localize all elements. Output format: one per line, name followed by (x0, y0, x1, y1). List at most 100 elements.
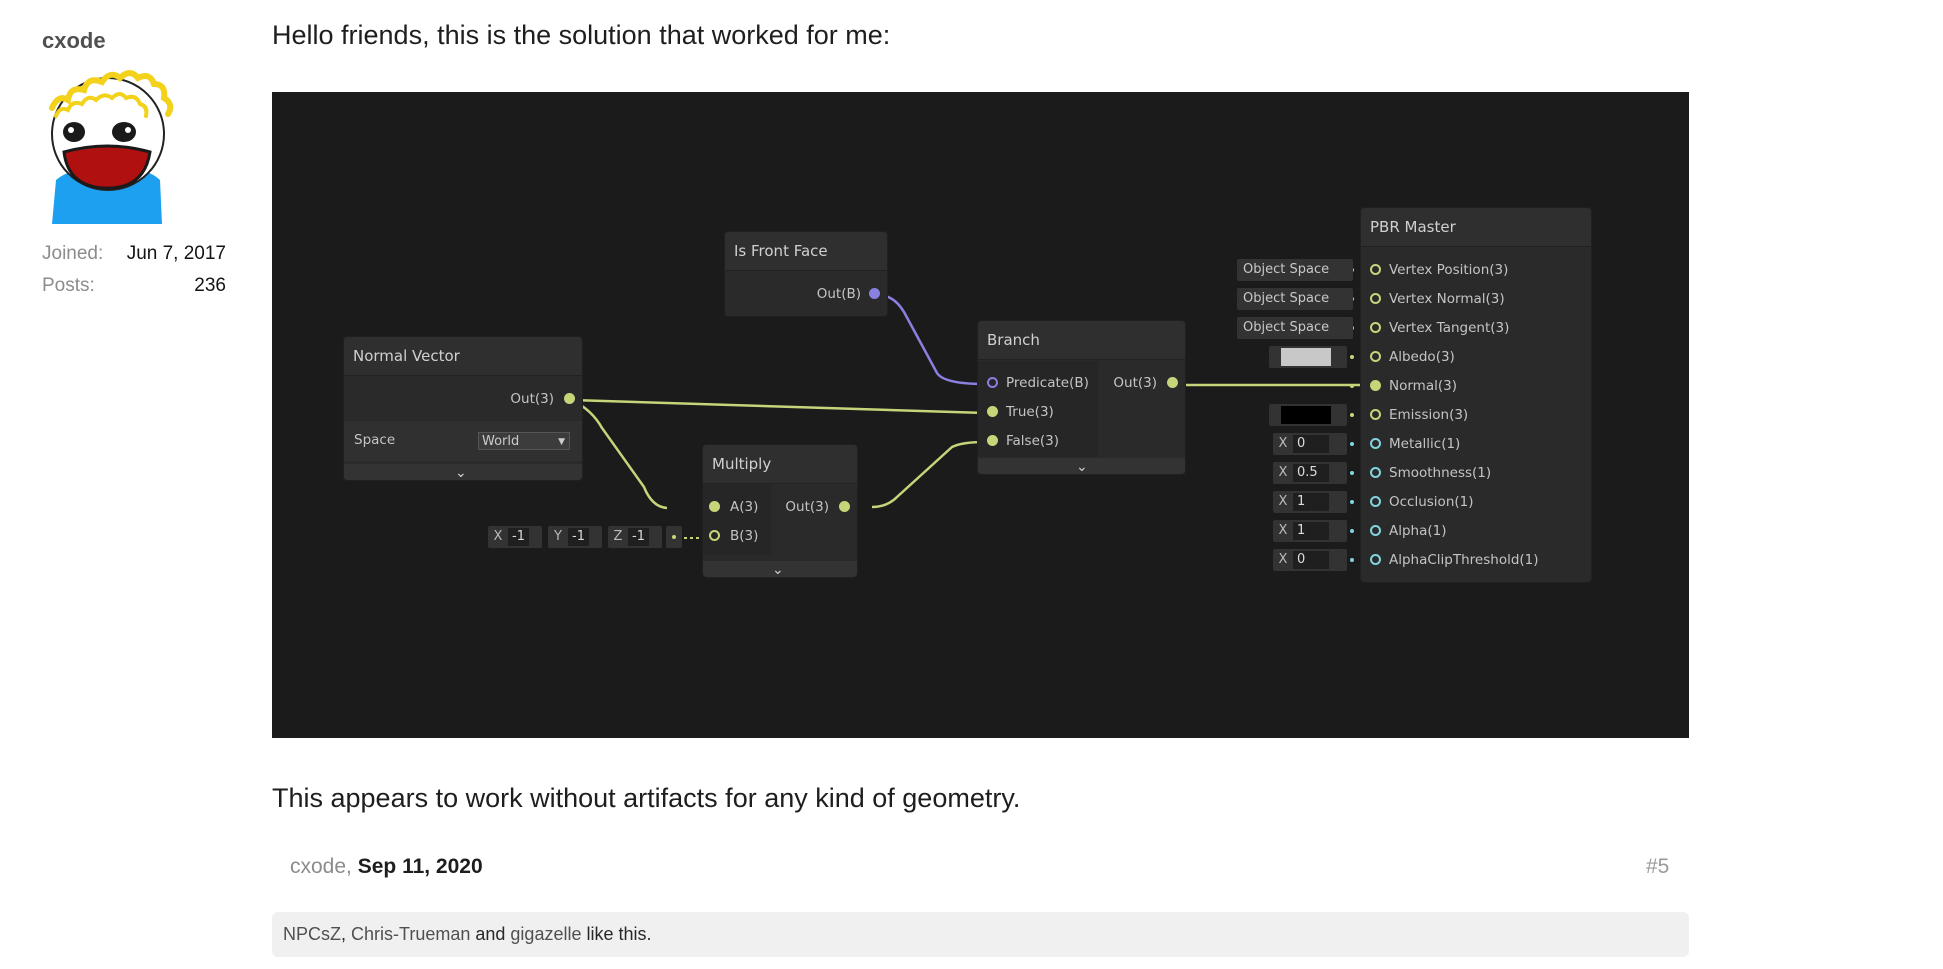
pbr-port-9[interactable] (1370, 525, 1381, 536)
post-author[interactable]: cxode, (290, 855, 352, 878)
is-front-face-node[interactable]: Is Front Face Out(B) (724, 231, 888, 317)
is-front-face-out-port[interactable] (869, 288, 880, 299)
pbr-port-label: Normal(3) (1389, 378, 1457, 394)
branch-false-port[interactable] (987, 435, 998, 446)
multiply-a-port[interactable] (709, 501, 720, 512)
joined-value: Jun 7, 2017 (126, 243, 226, 264)
pbr-port-3[interactable] (1370, 351, 1381, 362)
user-info: cxode Joined: Jun 7, 2017 Posts: 236 (42, 28, 226, 302)
space-dropdown[interactable]: World ▼ (478, 432, 570, 450)
chevron-down-icon[interactable]: ⌄ (1076, 459, 1088, 475)
likes-bar: NPCsZ, Chris-Trueman and gigazelle like … (272, 912, 1689, 957)
connector-dot (1350, 500, 1354, 504)
node-title: Is Front Face (725, 232, 887, 271)
wire-normal-to-true (571, 398, 986, 415)
multiply-b-port[interactable] (709, 530, 720, 541)
pbr-port-7[interactable] (1370, 467, 1381, 478)
branch-out-port[interactable] (1167, 377, 1178, 388)
space-field[interactable]: Object Space (1237, 259, 1353, 281)
post-number[interactable]: #5 (1646, 855, 1669, 879)
multiply-out-label: Out(3) (785, 499, 829, 515)
branch-node[interactable]: Branch Predicate(B) True(3) False(3) Out… (977, 320, 1186, 475)
multiply-inputs (703, 485, 771, 555)
post-meta: cxode, Sep 11, 2020 (290, 855, 483, 879)
node-title: Normal Vector (344, 337, 582, 376)
pbr-port-label: Metallic(1) (1389, 436, 1461, 452)
post-date[interactable]: Sep 11, 2020 (358, 855, 483, 878)
multiply-b-y-field[interactable]: Y -1 (548, 526, 602, 548)
pbr-master-node[interactable]: PBR Master Vertex Position(3) Vertex Norm… (1360, 207, 1592, 583)
connector-dot (1350, 558, 1354, 562)
branch-false-label: False(3) (1006, 433, 1060, 449)
emission-color-field[interactable] (1269, 404, 1347, 426)
space-label: Space (354, 432, 396, 448)
like-user-chris-trueman[interactable]: Chris-Trueman (351, 924, 470, 944)
multiply-b-z-field[interactable]: Z -1 (608, 526, 662, 548)
float-axis-label: X (1278, 494, 1288, 509)
like-user-npcsz[interactable]: NPCsZ (283, 924, 341, 944)
likes-separator: , (341, 924, 352, 944)
multiply-b-x-field[interactable]: X -1 (488, 526, 542, 548)
connector-dot (1350, 529, 1354, 533)
normal-vector-out-port[interactable] (564, 393, 575, 404)
float-axis-label: X (1278, 552, 1288, 567)
branch-true-label: True(3) (1006, 404, 1054, 420)
float-field[interactable]: X1 (1273, 491, 1347, 513)
branch-predicate-label: Predicate(B) (1006, 375, 1089, 391)
branch-predicate-port[interactable] (987, 377, 998, 388)
node-title: PBR Master (1361, 208, 1591, 247)
float-value: 0 (1293, 551, 1329, 569)
branch-true-port[interactable] (987, 406, 998, 417)
pbr-port-10[interactable] (1370, 554, 1381, 565)
multiply-b-label: B(3) (730, 528, 759, 544)
post-outro: This appears to work without artifacts f… (272, 783, 1021, 813)
color-swatch (1281, 406, 1331, 424)
pbr-port-6[interactable] (1370, 438, 1381, 449)
pbr-port-label: Vertex Tangent(3) (1389, 320, 1510, 336)
posts-value[interactable]: 236 (194, 270, 226, 302)
is-front-face-out-label: Out(B) (816, 286, 861, 302)
pbr-port-0[interactable] (1370, 264, 1381, 275)
normal-vector-node[interactable]: Normal Vector Out(3) Space World ▼ ⌄ (343, 336, 583, 481)
space-field[interactable]: Object Space (1237, 288, 1353, 310)
float-field[interactable]: X0 (1273, 433, 1347, 455)
float-axis-label: X (1278, 523, 1288, 538)
space-field[interactable]: Object Space (1237, 317, 1353, 339)
multiply-node[interactable]: Multiply A(3) B(3) Out(3) ⌄ (702, 444, 858, 578)
wire-normal-to-multiply-a (571, 398, 668, 510)
connector-dot (1350, 413, 1354, 417)
float-field[interactable]: X0 (1273, 549, 1347, 571)
chevron-down-icon[interactable]: ⌄ (455, 465, 467, 481)
pbr-port-4[interactable] (1370, 380, 1381, 391)
pbr-port-8[interactable] (1370, 496, 1381, 507)
pbr-port-1[interactable] (1370, 293, 1381, 304)
multiply-a-label: A(3) (730, 499, 759, 515)
node-title: Branch (978, 321, 1185, 360)
like-user-gigazelle[interactable]: gigazelle (510, 924, 581, 944)
avatar[interactable] (42, 60, 174, 224)
pbr-port-label: Vertex Normal(3) (1389, 291, 1505, 307)
space-field-value: Object Space (1243, 320, 1330, 335)
joined-row: Joined: Jun 7, 2017 (42, 238, 226, 270)
float-value: 0 (1293, 435, 1329, 453)
float-axis-label: X (1278, 465, 1288, 480)
albedo-color-field[interactable] (1269, 346, 1347, 368)
likes-suffix: like this. (581, 924, 652, 944)
wire-frontface-to-predicate (877, 293, 986, 386)
float-field[interactable]: X 0.5 (1273, 462, 1347, 484)
pbr-port-2[interactable] (1370, 322, 1381, 333)
pbr-port-label: Albedo(3) (1389, 349, 1455, 365)
username[interactable]: cxode (42, 28, 226, 54)
chevron-down-icon[interactable]: ⌄ (772, 562, 784, 578)
pbr-port-5[interactable] (1370, 409, 1381, 420)
multiply-b-connector (666, 526, 682, 548)
posts-row: Posts: 236 (42, 270, 226, 302)
multiply-out-port[interactable] (839, 501, 850, 512)
normal-vector-out-label: Out(3) (510, 391, 554, 407)
float-value: 1 (1293, 493, 1329, 511)
pbr-port-label: AlphaClipThreshold(1) (1389, 552, 1539, 568)
connector-dot (1350, 384, 1354, 388)
post-intro: Hello friends, this is the solution that… (272, 20, 891, 50)
connector-dot (1350, 355, 1354, 359)
float-field[interactable]: X1 (1273, 520, 1347, 542)
